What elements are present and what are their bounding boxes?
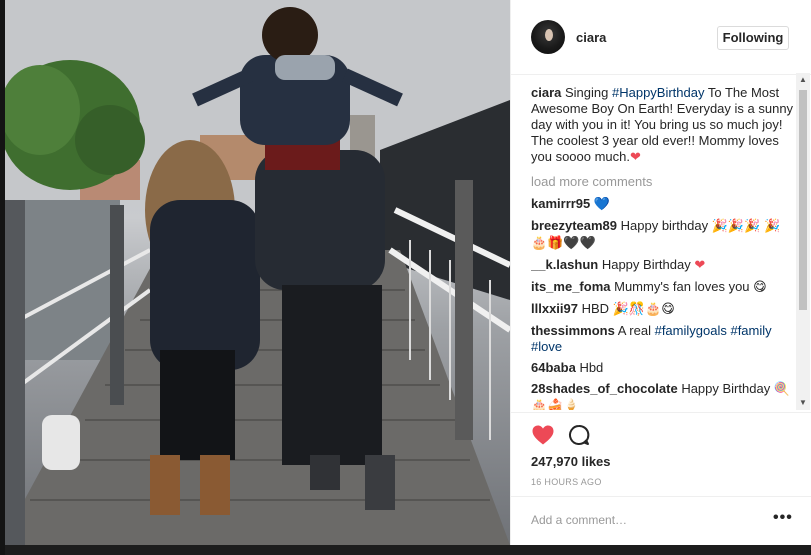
scrollbar-thumb[interactable] xyxy=(799,90,807,310)
comment-text: Hbd xyxy=(579,360,604,375)
post-header: ciara Following xyxy=(511,0,811,75)
comment-username[interactable]: 28shades_of_chocolate xyxy=(531,381,678,396)
comment-item: its_me_foma Mummy's fan loves you 😋 xyxy=(531,279,796,296)
photo-scene xyxy=(0,0,510,545)
page-edge xyxy=(0,0,5,555)
caption-username[interactable]: ciara xyxy=(531,85,561,100)
background-strip xyxy=(0,545,811,555)
comment-bubble-icon[interactable] xyxy=(567,423,593,449)
comment-username[interactable]: 64baba xyxy=(531,360,576,375)
comment-username[interactable]: thessimmons xyxy=(531,323,615,338)
post-side-panel: ciara Following ciara Singing #HappyBirt… xyxy=(510,0,811,545)
comment-item: 28shades_of_chocolate Happy Birthday 🍭 🎂… xyxy=(531,381,796,410)
comment-text: Happy birthday xyxy=(620,218,709,233)
heart-icon[interactable] xyxy=(531,423,557,449)
comments-scrollbar[interactable]: ▲ ▼ xyxy=(796,73,810,410)
caption-text-pre: Singing xyxy=(565,85,612,100)
comments-list: ciara Singing #HappyBirthday To The Most… xyxy=(531,85,796,410)
comment-username[interactable]: __k.lashun xyxy=(531,257,598,272)
comment-item: breezyteam89 Happy birthday 🎉🎉🎉 🎉🎂🎁🖤🖤 xyxy=(531,218,796,252)
comment-item: __k.lashun Happy Birthday ❤ xyxy=(531,257,796,274)
following-button[interactable]: Following xyxy=(717,26,789,50)
likes-count[interactable]: 247,970 likes xyxy=(531,454,611,469)
comment-username[interactable]: its_me_foma xyxy=(531,279,610,294)
comment-item: thessimmons A real #familygoals #family … xyxy=(531,323,796,355)
comment-username[interactable]: lllxxii97 xyxy=(531,301,578,316)
header-username[interactable]: ciara xyxy=(576,30,606,45)
comment-text: A real xyxy=(617,323,651,338)
comment-text: Happy Birthday xyxy=(681,381,771,396)
caption-hashtag[interactable]: #HappyBirthday xyxy=(612,85,705,100)
post-photo[interactable] xyxy=(0,0,510,545)
comment-emoji: 😋 xyxy=(753,280,767,295)
comment-username[interactable]: breezyteam89 xyxy=(531,218,617,233)
scroll-down-arrow-icon[interactable]: ▼ xyxy=(796,396,810,410)
avatar[interactable] xyxy=(531,20,565,54)
comment-emoji: 🎉🎊🎂😋 xyxy=(612,302,675,317)
comment-item: 64baba Hbd xyxy=(531,360,796,376)
comment-username[interactable]: kamirrr95 xyxy=(531,196,590,211)
avatar-face xyxy=(545,29,553,41)
comment-text: Mummy's fan loves you xyxy=(614,279,750,294)
add-comment-input[interactable] xyxy=(531,510,761,530)
actions-divider xyxy=(511,412,811,413)
comment-box-divider xyxy=(511,496,811,497)
comment-text: Happy Birthday xyxy=(601,257,691,272)
comment-item: kamirrr95 💙 xyxy=(531,196,796,213)
scroll-up-arrow-icon[interactable]: ▲ xyxy=(796,73,810,87)
post-caption: ciara Singing #HappyBirthday To The Most… xyxy=(531,85,796,166)
comment-emoji: ❤ xyxy=(694,258,706,273)
more-options-icon[interactable]: ••• xyxy=(773,510,793,526)
comment-item: lllxxii97 HBD 🎉🎊🎂😋 xyxy=(531,301,796,318)
caption-heart-emoji: ❤ xyxy=(630,150,641,165)
load-more-comments-link[interactable]: load more comments xyxy=(531,174,796,190)
comment-text: HBD xyxy=(581,301,610,316)
comment-emoji: 💙 xyxy=(593,197,611,212)
post-timestamp[interactable]: 16 HOURS AGO xyxy=(531,477,602,487)
